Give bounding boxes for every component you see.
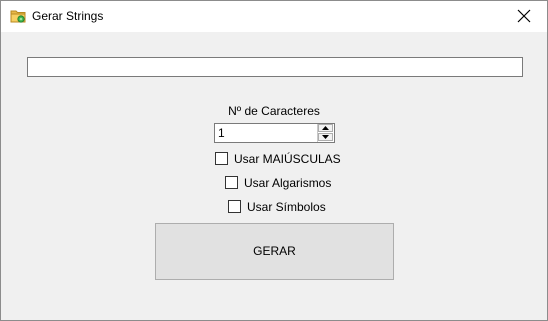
stepper-up-button[interactable] <box>318 124 333 132</box>
stepper-down-button[interactable] <box>318 133 333 141</box>
generated-string-field[interactable] <box>27 57 523 77</box>
window-title: Gerar Strings <box>32 9 104 23</box>
length-value[interactable]: 1 <box>218 126 225 140</box>
length-label: Nº de Caracteres <box>228 104 320 118</box>
client-area: Nº de Caracteres 1 Usar MAIÚSCULAS Usar … <box>1 32 547 320</box>
symbols-checkbox[interactable] <box>228 200 241 213</box>
stepper-buttons <box>317 124 334 142</box>
length-stepper[interactable]: 1 <box>214 123 335 143</box>
arrow-up-icon <box>322 126 329 130</box>
digits-checkbox[interactable] <box>225 176 238 189</box>
app-window: Gerar Strings Nº de Caracteres 1 Usar MA… <box>0 0 548 321</box>
arrow-down-icon <box>322 135 329 139</box>
symbols-label[interactable]: Usar Símbolos <box>247 200 326 214</box>
digits-label[interactable]: Usar Algarismos <box>244 176 331 190</box>
generate-button[interactable]: GERAR <box>155 223 394 280</box>
close-icon <box>517 9 531 23</box>
close-button[interactable] <box>501 1 547 32</box>
uppercase-checkbox[interactable] <box>215 152 228 165</box>
folder-icon <box>10 8 27 24</box>
title-bar[interactable]: Gerar Strings <box>1 1 547 32</box>
uppercase-label[interactable]: Usar MAIÚSCULAS <box>234 152 341 166</box>
